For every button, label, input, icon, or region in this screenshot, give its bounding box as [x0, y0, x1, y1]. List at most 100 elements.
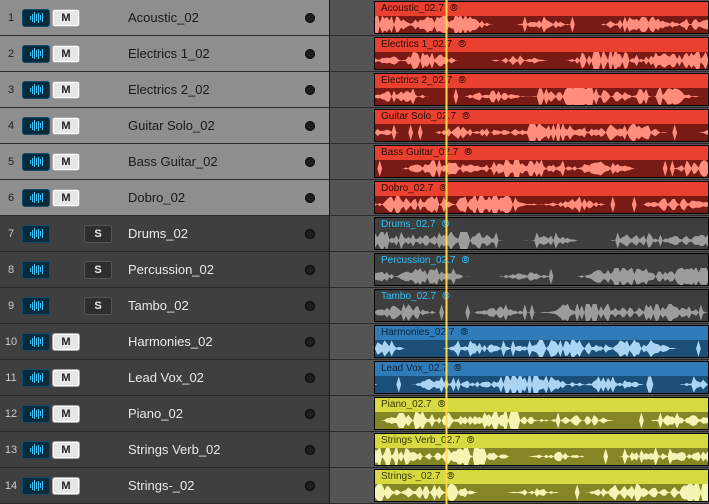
clip-header[interactable]: Strings Verb_02.7⦾ — [375, 434, 708, 448]
audio-clip[interactable]: Percussion_02.7⦾ — [374, 253, 709, 286]
mute-button[interactable]: M — [52, 369, 80, 387]
audio-clip[interactable]: Piano_02.7⦾ — [374, 397, 709, 430]
clip-header[interactable]: Harmonies_02.7⦾ — [375, 326, 708, 340]
audio-clip[interactable]: Electrics 1_02.7⦾ — [374, 37, 709, 70]
mute-button[interactable]: M — [52, 9, 80, 27]
track-header[interactable]: 13MStrings Verb_02 — [0, 432, 329, 468]
track-header[interactable]: 11MLead Vox_02 — [0, 360, 329, 396]
mute-button[interactable]: M — [52, 45, 80, 63]
track-header[interactable]: 10MHarmonies_02 — [0, 324, 329, 360]
waveform-icon[interactable] — [22, 45, 50, 63]
track-lane[interactable]: Electrics 1_02.7⦾ — [330, 36, 709, 72]
track-header[interactable]: 7SDrums_02 — [0, 216, 329, 252]
track-header[interactable]: 3MElectrics 2_02 — [0, 72, 329, 108]
track-header[interactable]: 5MBass Guitar_02 — [0, 144, 329, 180]
track-lane[interactable]: Tambo_02.7⦾ — [330, 288, 709, 324]
mute-button[interactable]: M — [52, 153, 80, 171]
waveform-icon[interactable] — [22, 189, 50, 207]
audio-clip[interactable]: Drums_02.7⦾ — [374, 217, 709, 250]
audio-clip[interactable]: Harmonies_02.7⦾ — [374, 325, 709, 358]
track-lane[interactable]: Acoustic_02.7⦾ — [330, 0, 709, 36]
track-header[interactable]: 6MDobro_02 — [0, 180, 329, 216]
clip-header[interactable]: Electrics 1_02.7⦾ — [375, 38, 708, 52]
track-name-label[interactable]: Acoustic_02 — [116, 10, 301, 25]
clip-header[interactable]: Dobro_02.7⦾ — [375, 182, 708, 196]
mute-button[interactable]: M — [52, 441, 80, 459]
clip-header[interactable]: Tambo_02.7⦾ — [375, 290, 708, 304]
track-name-label[interactable]: Electrics 2_02 — [116, 82, 301, 97]
mute-button[interactable]: M — [52, 81, 80, 99]
track-header[interactable]: 8SPercussion_02 — [0, 252, 329, 288]
clip-header[interactable]: Lead Vox_02.7⦾ — [375, 362, 708, 376]
clip-header[interactable]: Guitar Solo_02.7⦾ — [375, 110, 708, 124]
audio-clip[interactable]: Bass Guitar_02.7⦾ — [374, 145, 709, 178]
track-lane[interactable]: Piano_02.7⦾ — [330, 396, 709, 432]
waveform-icon[interactable] — [22, 477, 50, 495]
track-lane[interactable]: Strings-_02.7⦾ — [330, 468, 709, 504]
waveform-icon[interactable] — [22, 297, 50, 315]
waveform-icon[interactable] — [22, 117, 50, 135]
track-name-label[interactable]: Harmonies_02 — [116, 334, 301, 349]
track-lane[interactable]: Harmonies_02.7⦾ — [330, 324, 709, 360]
track-name-label[interactable]: Lead Vox_02 — [116, 370, 301, 385]
track-name-label[interactable]: Guitar Solo_02 — [116, 118, 301, 133]
audio-clip[interactable]: Strings Verb_02.7⦾ — [374, 433, 709, 466]
waveform-icon[interactable] — [22, 441, 50, 459]
track-name-label[interactable]: Drums_02 — [116, 226, 301, 241]
track-header[interactable]: 14MStrings-_02 — [0, 468, 329, 504]
audio-clip[interactable]: Lead Vox_02.7⦾ — [374, 361, 709, 394]
track-name-label[interactable]: Percussion_02 — [116, 262, 301, 277]
waveform-icon[interactable] — [22, 333, 50, 351]
waveform-icon[interactable] — [22, 405, 50, 423]
track-name-label[interactable]: Bass Guitar_02 — [116, 154, 301, 169]
solo-button[interactable]: S — [84, 297, 112, 315]
clip-header[interactable]: Percussion_02.7⦾ — [375, 254, 708, 268]
track-name-label[interactable]: Piano_02 — [116, 406, 301, 421]
timeline-area[interactable]: Acoustic_02.7⦾ Electrics 1_02.7⦾ Electrics… — [330, 0, 709, 504]
clip-header[interactable]: Acoustic_02.7⦾ — [375, 2, 708, 16]
audio-clip[interactable]: Acoustic_02.7⦾ — [374, 1, 709, 34]
track-header[interactable]: 9STambo_02 — [0, 288, 329, 324]
track-lane[interactable]: Drums_02.7⦾ — [330, 216, 709, 252]
waveform-icon[interactable] — [22, 261, 50, 279]
clip-header[interactable]: Piano_02.7⦾ — [375, 398, 708, 412]
audio-clip[interactable]: Electrics 2_02.7⦾ — [374, 73, 709, 106]
waveform-icon[interactable] — [22, 81, 50, 99]
track-name-label[interactable]: Strings-_02 — [116, 478, 301, 493]
track-name-label[interactable]: Electrics 1_02 — [116, 46, 301, 61]
track-header[interactable]: 4MGuitar Solo_02 — [0, 108, 329, 144]
track-name-label[interactable]: Dobro_02 — [116, 190, 301, 205]
clip-header[interactable]: Bass Guitar_02.7⦾ — [375, 146, 708, 160]
mute-button[interactable]: M — [52, 189, 80, 207]
solo-button[interactable]: S — [84, 261, 112, 279]
mute-button[interactable]: M — [52, 333, 80, 351]
clip-header[interactable]: Strings-_02.7⦾ — [375, 470, 708, 484]
playhead[interactable] — [446, 0, 447, 504]
track-lane[interactable]: Lead Vox_02.7⦾ — [330, 360, 709, 396]
waveform-icon[interactable] — [22, 225, 50, 243]
solo-button[interactable]: S — [84, 225, 112, 243]
clip-header[interactable]: Drums_02.7⦾ — [375, 218, 708, 232]
waveform-icon[interactable] — [22, 369, 50, 387]
track-lane[interactable]: Dobro_02.7⦾ — [330, 180, 709, 216]
track-name-label[interactable]: Tambo_02 — [116, 298, 301, 313]
track-lane[interactable]: Guitar Solo_02.7⦾ — [330, 108, 709, 144]
waveform-icon[interactable] — [22, 9, 50, 27]
track-name-label[interactable]: Strings Verb_02 — [116, 442, 301, 457]
track-header[interactable]: 2MElectrics 1_02 — [0, 36, 329, 72]
mute-button[interactable]: M — [52, 405, 80, 423]
mute-button[interactable]: M — [52, 117, 80, 135]
audio-clip[interactable]: Dobro_02.7⦾ — [374, 181, 709, 214]
audio-clip[interactable]: Guitar Solo_02.7⦾ — [374, 109, 709, 142]
mute-button[interactable]: M — [52, 477, 80, 495]
track-header[interactable]: 12MPiano_02 — [0, 396, 329, 432]
audio-clip[interactable]: Tambo_02.7⦾ — [374, 289, 709, 322]
audio-clip[interactable]: Strings-_02.7⦾ — [374, 469, 709, 502]
track-lane[interactable]: Bass Guitar_02.7⦾ — [330, 144, 709, 180]
track-lane[interactable]: Electrics 2_02.7⦾ — [330, 72, 709, 108]
clip-header[interactable]: Electrics 2_02.7⦾ — [375, 74, 708, 88]
waveform-icon[interactable] — [22, 153, 50, 171]
track-header[interactable]: 1MAcoustic_02 — [0, 0, 329, 36]
track-lane[interactable]: Percussion_02.7⦾ — [330, 252, 709, 288]
track-lane[interactable]: Strings Verb_02.7⦾ — [330, 432, 709, 468]
